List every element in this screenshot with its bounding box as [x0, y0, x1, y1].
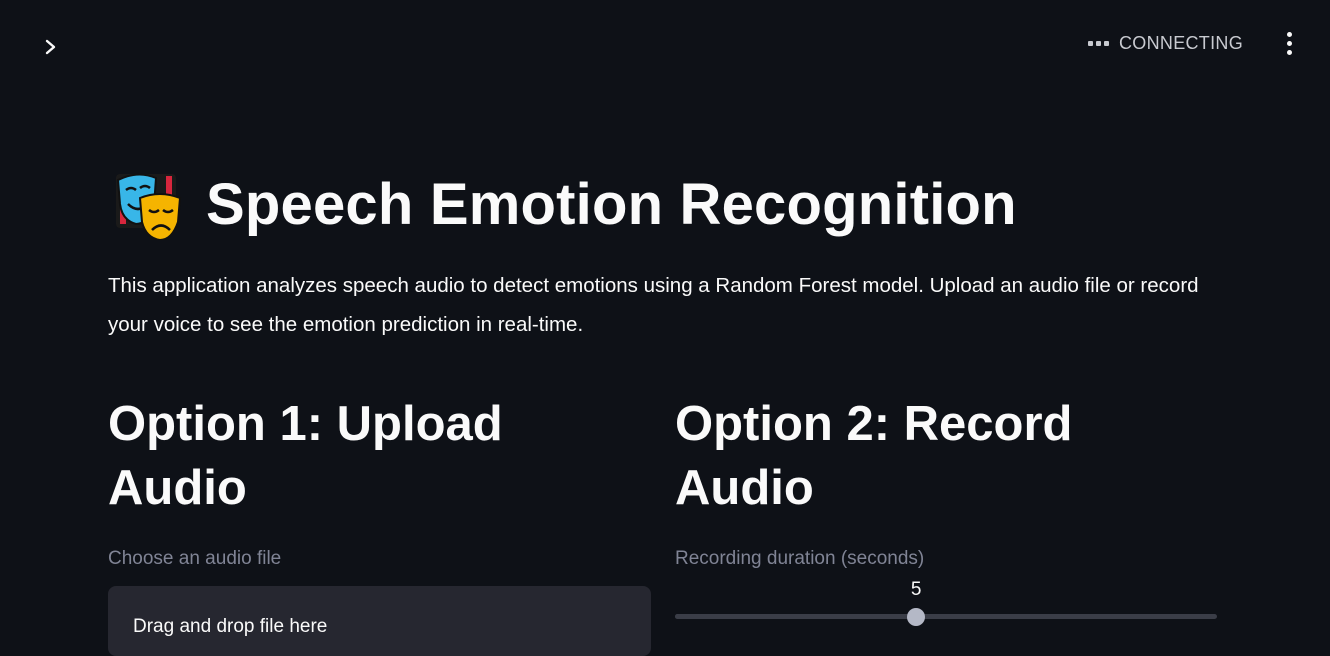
intro-paragraph: This application analyzes speech audio t…: [108, 274, 1199, 336]
page-title: Speech Emotion Recognition: [206, 171, 1017, 237]
ellipsis-icon: [1088, 40, 1109, 46]
duration-slider-track[interactable]: [675, 614, 1217, 619]
vertical-dots-icon: [1286, 31, 1292, 55]
performing-arts-icon: [116, 173, 182, 240]
option2-section: Option 2: Record Audio: [675, 392, 1220, 520]
chevron-right-icon: [45, 39, 56, 55]
main-menu-button[interactable]: [1276, 30, 1302, 56]
uploader-label: Choose an audio file: [108, 548, 282, 569]
option1-section: Option 1: Upload Audio: [108, 392, 653, 520]
slider-value: 5: [910, 579, 922, 600]
option1-heading: Option 1: Upload Audio: [108, 397, 503, 515]
slider-label: Recording duration (seconds): [675, 548, 925, 569]
option2-heading: Option 2: Record Audio: [675, 397, 1073, 515]
sidebar-expand-button[interactable]: [38, 34, 64, 60]
duration-slider-thumb[interactable]: [907, 608, 926, 626]
connection-status: CONNECTING: [1088, 32, 1243, 54]
dropzone-text: Drag and drop file here: [133, 616, 328, 637]
title-row: Speech Emotion Recognition: [108, 162, 1017, 246]
duration-slider-fill: [675, 614, 917, 619]
connection-status-text: CONNECTING: [1119, 32, 1243, 53]
file-dropzone[interactable]: Drag and drop file here: [108, 586, 651, 656]
